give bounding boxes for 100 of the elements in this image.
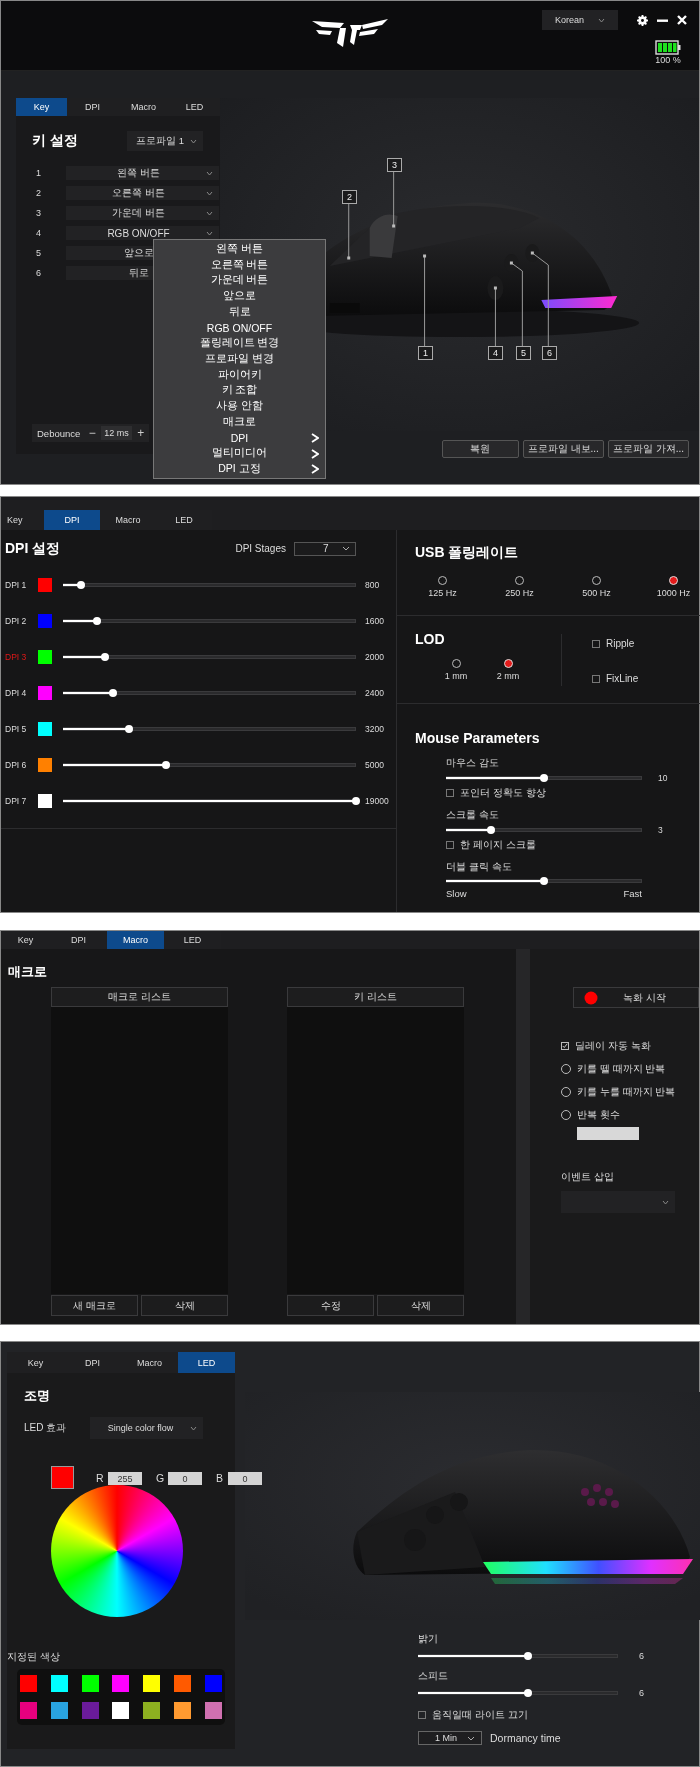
input-field[interactable]: 255	[108, 1472, 142, 1485]
profile-dropdown[interactable]: 프로파일 1	[127, 131, 203, 151]
input-field[interactable]: 0	[168, 1472, 202, 1485]
key-dropdown[interactable]: 오른쪽 버튼	[66, 186, 219, 200]
slider[interactable]	[63, 761, 356, 769]
menu-item[interactable]: DPI	[154, 429, 325, 446]
increase-button[interactable]: +	[135, 426, 146, 440]
color-swatch[interactable]	[38, 758, 52, 772]
dormancy-dropdown[interactable]: 1 Min	[418, 1731, 482, 1745]
settings-icon[interactable]	[637, 14, 648, 26]
checkbox[interactable]	[446, 841, 454, 849]
color-swatch[interactable]	[38, 686, 52, 700]
slider[interactable]	[418, 1652, 618, 1660]
input-field[interactable]: 0	[228, 1472, 262, 1485]
slider[interactable]	[446, 877, 642, 885]
action-button[interactable]: 프로파일 내보...	[522, 440, 604, 458]
slider[interactable]	[63, 617, 356, 625]
color-swatch[interactable]	[38, 614, 52, 628]
menu-item[interactable]: 앞으로	[154, 288, 325, 304]
slider-thumb[interactable]	[524, 1652, 532, 1660]
checkbox[interactable]	[446, 789, 454, 797]
action-button[interactable]: 복원	[441, 440, 519, 458]
close-icon[interactable]	[677, 15, 687, 25]
tab[interactable]: DPI	[64, 1352, 121, 1373]
color-swatch[interactable]	[81, 1702, 99, 1719]
menu-item[interactable]: 뒤로	[154, 303, 325, 320]
checkbox[interactable]	[592, 639, 600, 648]
color-swatch[interactable]	[38, 650, 52, 664]
color-swatch[interactable]	[38, 794, 52, 808]
tab[interactable]: Key	[1, 931, 50, 949]
slider[interactable]	[63, 581, 356, 589]
color-swatch[interactable]	[50, 1675, 68, 1692]
color-swatch[interactable]	[143, 1702, 161, 1719]
color-swatch[interactable]	[50, 1702, 68, 1719]
slider[interactable]	[63, 725, 356, 733]
action-button[interactable]: 프로파일 가져...	[607, 440, 689, 458]
color-swatch[interactable]	[204, 1702, 222, 1719]
menu-item[interactable]: 프로파일 변경	[154, 351, 325, 367]
slider-thumb[interactable]	[161, 761, 170, 769]
slider[interactable]	[63, 689, 356, 697]
color-swatch[interactable]	[204, 1675, 222, 1692]
slider-thumb[interactable]	[352, 797, 360, 805]
tab[interactable]: DPI	[44, 510, 100, 530]
list-button[interactable]: 새 매크로	[51, 1295, 138, 1316]
slider-thumb[interactable]	[93, 617, 102, 625]
tab[interactable]: LED	[156, 510, 212, 530]
checkbox[interactable]	[418, 1711, 426, 1719]
tab[interactable]: Macro	[118, 98, 169, 116]
stages-dropdown[interactable]: 7	[294, 541, 356, 556]
menu-item[interactable]: 폴링레이트 변경	[154, 335, 325, 352]
tab[interactable]: Macro	[121, 1352, 178, 1373]
color-swatch[interactable]	[20, 1702, 37, 1719]
key-dropdown[interactable]: 가운데 버튼	[66, 206, 219, 220]
tab[interactable]: DPI	[50, 931, 107, 949]
color-swatch[interactable]	[81, 1675, 99, 1692]
menu-item[interactable]: 사용 안함	[154, 398, 325, 415]
menu-item[interactable]: 키 조합	[154, 382, 325, 399]
menu-item[interactable]: DPI 고정	[154, 461, 325, 477]
checkbox[interactable]	[592, 674, 600, 683]
key-dropdown[interactable]: 왼쪽 버튼	[66, 166, 219, 180]
tab[interactable]: Key	[16, 98, 67, 116]
slider[interactable]	[446, 826, 642, 834]
slider-thumb[interactable]	[540, 877, 548, 885]
tab[interactable]: Key	[1, 510, 44, 530]
color-swatch[interactable]	[174, 1702, 192, 1719]
slider-thumb[interactable]	[524, 1689, 532, 1697]
color-swatch[interactable]	[112, 1702, 130, 1719]
decrease-button[interactable]: −	[87, 426, 98, 440]
list-button[interactable]: 삭제	[141, 1295, 228, 1316]
slider[interactable]	[446, 774, 642, 782]
menu-item[interactable]: RGB ON/OFF	[154, 319, 325, 336]
color-swatch[interactable]	[174, 1675, 192, 1692]
menu-item[interactable]: 파이어키	[154, 366, 325, 383]
list-button[interactable]: 수정	[287, 1295, 374, 1316]
tab[interactable]: Macro	[100, 510, 156, 530]
color-swatch[interactable]	[38, 722, 52, 736]
slider[interactable]	[63, 653, 356, 661]
menu-item[interactable]: 매크로	[154, 414, 325, 430]
menu-item[interactable]: 멀티미디어	[154, 445, 325, 462]
slider-thumb[interactable]	[124, 725, 133, 733]
tab[interactable]: Macro	[107, 931, 164, 949]
list-button[interactable]: 삭제	[377, 1295, 464, 1316]
radio-button[interactable]	[503, 659, 513, 668]
color-swatch[interactable]	[112, 1675, 130, 1692]
slider-thumb[interactable]	[487, 826, 496, 834]
record-button[interactable]: 녹화 시작	[573, 987, 699, 1008]
slider[interactable]	[418, 1689, 618, 1697]
tab[interactable]: LED	[178, 1352, 235, 1373]
tab[interactable]: LED	[164, 931, 221, 949]
tab[interactable]: DPI	[67, 98, 118, 116]
slider-thumb[interactable]	[101, 653, 110, 661]
tab[interactable]: Key	[7, 1352, 64, 1373]
radio-button[interactable]	[669, 576, 678, 585]
color-swatch[interactable]	[20, 1675, 37, 1692]
color-swatch[interactable]	[38, 578, 52, 592]
language-dropdown[interactable]: Korean	[542, 10, 618, 30]
slider-thumb[interactable]	[108, 689, 117, 697]
slider-thumb[interactable]	[76, 581, 85, 589]
tab[interactable]: LED	[169, 98, 220, 116]
checkbox[interactable]	[561, 1042, 569, 1050]
